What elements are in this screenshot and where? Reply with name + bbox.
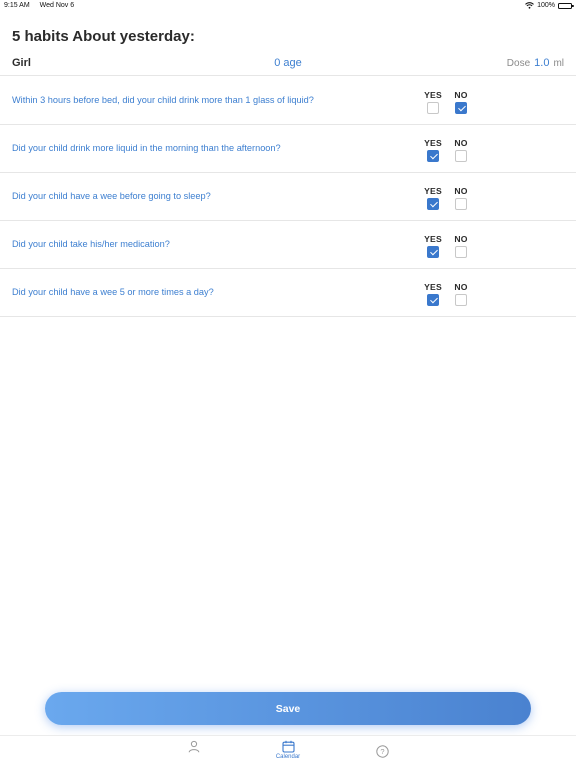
battery-percent: 100% [537,2,555,9]
no-checkbox[interactable] [455,246,467,258]
no-option[interactable]: NO [449,282,473,306]
save-button[interactable]: Save [45,692,531,725]
calendar-icon [281,740,295,753]
yes-label: YES [424,90,442,100]
tab-profile[interactable] [164,740,224,753]
question-text: Did your child have a wee 5 or more time… [12,287,214,297]
no-label: NO [454,90,468,100]
no-label: NO [454,186,468,196]
no-option[interactable]: NO [449,234,473,258]
dose-label: Dose [506,58,531,69]
yes-option[interactable]: YES [421,186,445,210]
yes-option[interactable]: YES [421,282,445,306]
dose-value[interactable]: 1.0 [534,57,549,69]
question-row: Did your child drink more liquid in the … [0,125,576,173]
child-info-row: Girl 0 age Dose 1.0 ml [0,54,576,76]
tab-calendar[interactable]: Calendar [258,740,318,760]
no-checkbox[interactable] [455,150,467,162]
question-row: Within 3 hours before bed, did your chil… [0,77,576,125]
help-icon: ? [375,745,389,758]
question-text: Did your child have a wee before going t… [12,191,211,201]
no-option[interactable]: NO [449,186,473,210]
age-value: 0 [274,57,281,69]
yes-checkbox[interactable] [427,294,439,306]
yes-option[interactable]: YES [421,234,445,258]
page-title: 5 habits About yesterday: [12,28,195,45]
question-text: Did your child drink more liquid in the … [12,143,281,153]
no-checkbox[interactable] [455,102,467,114]
question-row: Did your child have a wee before going t… [0,173,576,221]
svg-text:?: ? [380,747,384,756]
age-unit: age [283,57,302,69]
yes-checkbox[interactable] [427,198,439,210]
no-checkbox[interactable] [455,294,467,306]
yes-checkbox[interactable] [427,150,439,162]
no-label: NO [454,282,468,292]
yes-label: YES [424,186,442,196]
tab-help[interactable]: ? [352,740,412,758]
age-field[interactable]: 0 age [0,57,576,69]
wifi-icon [525,2,534,9]
no-option[interactable]: NO [449,90,473,114]
status-time: 9:15 AM [4,2,30,9]
status-date: Wed Nov 6 [39,2,75,9]
question-text: Did your child take his/her medication? [12,239,170,249]
question-text: Within 3 hours before bed, did your chil… [12,95,314,105]
dose-field[interactable]: Dose 1.0 ml [507,57,564,69]
question-row: Did your child take his/her medication? … [0,221,576,269]
tab-calendar-label: Calendar [275,754,301,760]
no-label: NO [454,138,468,148]
dose-unit: ml [553,58,564,69]
yes-option[interactable]: YES [421,90,445,114]
person-icon [188,740,200,753]
yes-option[interactable]: YES [421,138,445,162]
question-row: Did your child have a wee 5 or more time… [0,269,576,317]
yes-checkbox[interactable] [427,246,439,258]
no-option[interactable]: NO [449,138,473,162]
status-bar: 9:15 AM Wed Nov 6 100% [0,0,576,12]
no-checkbox[interactable] [455,198,467,210]
yes-label: YES [424,282,442,292]
yes-label: YES [424,234,442,244]
no-label: NO [454,234,468,244]
yes-label: YES [424,138,442,148]
yes-checkbox[interactable] [427,102,439,114]
battery-icon [558,2,574,9]
tab-bar: Calendar ? [0,735,576,768]
